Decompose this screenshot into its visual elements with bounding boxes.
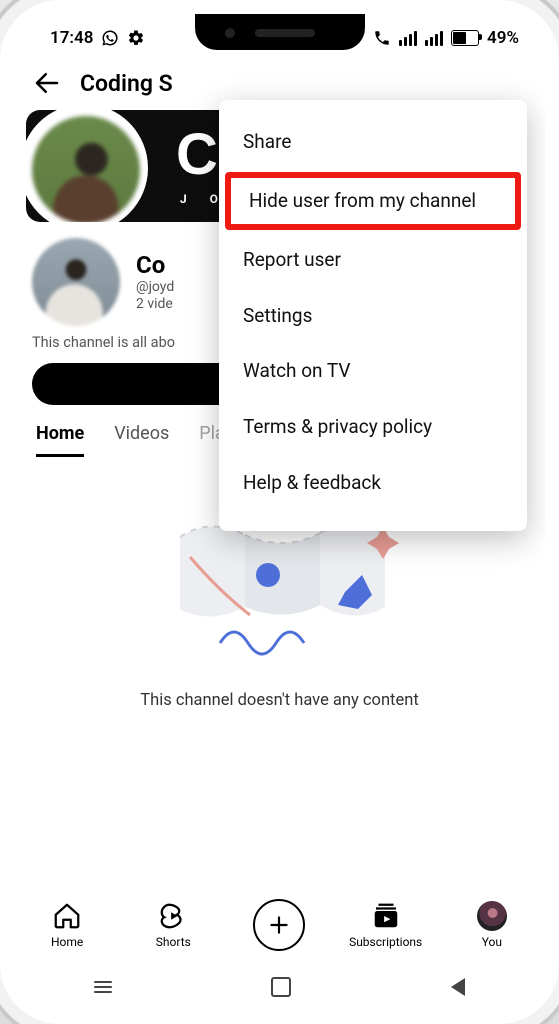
recents-button[interactable]: [94, 981, 112, 993]
phone-frame: 17:48 49% Coding S C J O: [0, 0, 559, 1024]
signal-bars-icon-2: [425, 31, 443, 46]
bottom-nav: Home Shorts Subscriptions You: [14, 886, 545, 964]
whatsapp-icon: [101, 29, 119, 47]
nav-shorts[interactable]: Shorts: [130, 901, 216, 949]
back-arrow-icon[interactable]: [32, 68, 62, 98]
battery-percent: 49%: [487, 28, 519, 48]
home-button[interactable]: [271, 977, 291, 997]
battery-icon: [451, 30, 479, 46]
create-button[interactable]: [253, 899, 305, 951]
page-title: Coding S: [80, 70, 173, 97]
app-header: Coding S: [14, 62, 545, 102]
menu-terms-privacy[interactable]: Terms & privacy policy: [219, 399, 527, 455]
nav-create[interactable]: [236, 899, 322, 951]
shorts-icon: [158, 901, 188, 931]
channel-name: Co: [136, 251, 174, 279]
you-avatar-icon: [477, 901, 507, 931]
channel-avatar[interactable]: [32, 238, 120, 326]
menu-hide-user[interactable]: Hide user from my channel: [225, 172, 521, 230]
plus-icon: [266, 912, 292, 938]
nav-you-label: You: [482, 935, 502, 949]
banner-big-text: C: [176, 126, 222, 184]
menu-settings[interactable]: Settings: [219, 288, 527, 344]
menu-watch-on-tv[interactable]: Watch on TV: [219, 343, 527, 399]
menu-report-user[interactable]: Report user: [219, 232, 527, 288]
channel-video-count: 2 vide: [136, 296, 174, 314]
nav-subscriptions-label: Subscriptions: [349, 935, 422, 949]
signal-bars-icon: [399, 31, 417, 46]
nav-home[interactable]: Home: [24, 901, 110, 949]
tab-home[interactable]: Home: [36, 423, 84, 457]
channel-handle: @joyd: [136, 279, 174, 297]
overflow-menu: Share Hide user from my channel Report u…: [219, 100, 527, 531]
nav-subscriptions[interactable]: Subscriptions: [343, 901, 429, 949]
settings-status-icon: [127, 29, 145, 47]
screen: 17:48 49% Coding S C J O: [14, 14, 545, 1010]
display-notch: [195, 14, 365, 50]
menu-share[interactable]: Share: [219, 114, 527, 170]
back-button[interactable]: [451, 978, 465, 996]
nav-you[interactable]: You: [449, 901, 535, 949]
phone-status-icon: [373, 29, 391, 47]
tab-videos[interactable]: Videos: [114, 423, 169, 457]
empty-state-text: This channel doesn't have any content: [34, 691, 525, 710]
menu-help-feedback[interactable]: Help & feedback: [219, 455, 527, 511]
status-clock: 17:48: [50, 28, 93, 48]
banner-avatar: [32, 116, 140, 222]
nav-home-label: Home: [51, 935, 83, 949]
home-icon: [52, 901, 82, 931]
subscriptions-icon: [371, 901, 401, 931]
system-nav-bar: [14, 964, 545, 1010]
nav-shorts-label: Shorts: [156, 935, 191, 949]
